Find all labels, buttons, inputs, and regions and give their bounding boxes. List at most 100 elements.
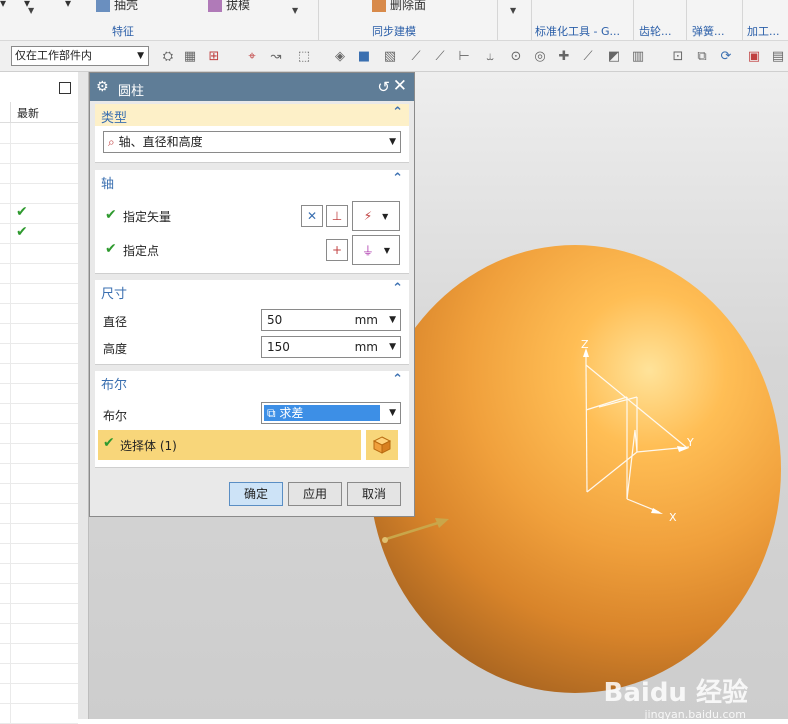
- gear-icon[interactable]: ⚙: [96, 79, 109, 95]
- boolean-select[interactable]: ⧉ 求差 ▼: [261, 402, 401, 424]
- navigator-row[interactable]: [0, 563, 78, 584]
- cancel-button[interactable]: 取消: [347, 482, 401, 506]
- curve-select-icon[interactable]: ↝: [268, 48, 284, 64]
- intersection-icon[interactable]: ✚: [556, 48, 572, 64]
- ribbon-group-gear[interactable]: 齿轮...: [639, 23, 672, 39]
- ribbon-group-standard-tools[interactable]: 标准化工具 - G...: [535, 23, 620, 39]
- ribbon-group-spring[interactable]: 弹簧...: [692, 23, 725, 39]
- navigator-row[interactable]: [0, 283, 78, 304]
- rectangle-select-icon[interactable]: ⬚: [296, 48, 312, 64]
- ribbon-item-delete-face[interactable]: 删除面: [372, 0, 426, 13]
- chevron-down-icon[interactable]: ▼: [292, 6, 298, 15]
- navigator-row[interactable]: [0, 303, 78, 324]
- view-orient-icon[interactable]: ▣: [746, 48, 762, 64]
- center-icon[interactable]: ⊙: [508, 48, 524, 64]
- check-icon: ✔: [105, 241, 117, 257]
- chevron-down-icon[interactable]: ▼: [28, 6, 34, 15]
- size-section: 尺寸 ⌃ 直径 50 mm ▼ 高度 150 mm ▼: [95, 280, 409, 365]
- navigator-row[interactable]: [0, 363, 78, 384]
- inferred-point-select[interactable]: ⏚ ▼: [352, 235, 400, 265]
- boolean-section-header[interactable]: 布尔 ⌃: [95, 371, 409, 393]
- select-body-row[interactable]: ✔ 选择体 (1): [98, 430, 361, 460]
- navigator-row[interactable]: [0, 603, 78, 624]
- ribbon-group-feature[interactable]: 特征: [112, 23, 134, 39]
- navigator-row[interactable]: [0, 683, 78, 704]
- navigator-row[interactable]: [0, 623, 78, 644]
- type-select[interactable]: ⌕ 轴、直径和高度 ▼: [103, 131, 401, 153]
- vector-dialog-icon[interactable]: ⊥: [326, 205, 348, 227]
- navigator-row[interactable]: [0, 163, 78, 184]
- ribbon-item-partial[interactable]: ▾: [0, 0, 6, 10]
- ribbon-group-machining[interactable]: 加工...: [747, 23, 780, 39]
- tangent-icon[interactable]: ⥿: [482, 48, 498, 64]
- cylinder-dialog: ⚙ 圆柱 ↺ ✕ 类型 ⌃ ⌕ 轴、直径和高度 ▼ 轴 ⌃ ✔ 指定矢量 ✕ ⊥…: [89, 72, 415, 517]
- ok-button[interactable]: 确定: [229, 482, 283, 506]
- axis-section-header[interactable]: 轴 ⌃: [95, 170, 409, 192]
- navigator-row[interactable]: [0, 443, 78, 464]
- snap-point-icon[interactable]: ⊞: [206, 48, 222, 64]
- navigator-row[interactable]: [0, 183, 78, 204]
- rotate-icon[interactable]: ⟳: [718, 48, 734, 64]
- navigator-row[interactable]: [0, 123, 78, 144]
- chevron-down-icon[interactable]: ▼: [510, 6, 516, 15]
- solid-body-icon[interactable]: ■: [356, 48, 372, 64]
- navigator-row[interactable]: [0, 403, 78, 424]
- reset-icon[interactable]: ↺: [377, 78, 390, 96]
- point-icon[interactable]: ⌖: [244, 48, 260, 64]
- navigator-row[interactable]: [0, 423, 78, 444]
- navigator-row[interactable]: ✔: [0, 203, 78, 224]
- ribbon-group-sync-modeling[interactable]: 同步建模: [372, 23, 416, 39]
- navigator-row[interactable]: [0, 703, 78, 724]
- bounded-grid-icon[interactable]: ▥: [630, 48, 646, 64]
- navigator-row[interactable]: [0, 543, 78, 564]
- dialog-title-bar[interactable]: ⚙ 圆柱 ↺ ✕: [90, 73, 414, 101]
- face-point-icon[interactable]: ◩: [606, 48, 622, 64]
- render-style-icon[interactable]: ▤: [770, 48, 786, 64]
- navigator-row[interactable]: [0, 483, 78, 504]
- body-select-icon[interactable]: ◈: [332, 48, 348, 64]
- line-icon[interactable]: ⟋: [408, 48, 424, 64]
- navigator-row[interactable]: [0, 643, 78, 664]
- navigator-resize-strip[interactable]: [78, 72, 89, 719]
- navigator-row[interactable]: ✔: [0, 223, 78, 244]
- chevron-down-icon: ▼: [389, 342, 396, 352]
- axis-label-x: X: [669, 511, 677, 524]
- navigator-row[interactable]: [0, 323, 78, 344]
- navigator-row[interactable]: [0, 263, 78, 284]
- grid-icon[interactable]: ▧: [382, 48, 398, 64]
- selection-scope-select[interactable]: 仅在工作部件内 ▼: [11, 46, 149, 66]
- zoom-fit-icon[interactable]: ⊡: [670, 48, 686, 64]
- on-curve-icon[interactable]: ⟋: [580, 48, 596, 64]
- ribbon-item-draft[interactable]: 拔模: [208, 0, 250, 13]
- ribbon-item-partial[interactable]: ▾: [65, 0, 71, 10]
- maximize-icon[interactable]: [59, 82, 71, 94]
- navigator-row[interactable]: [0, 243, 78, 264]
- select-options-icon[interactable]: ▦: [182, 48, 198, 64]
- select-filter-icon[interactable]: ⛭: [160, 48, 176, 64]
- navigator-row[interactable]: [0, 583, 78, 604]
- navigator-row[interactable]: [0, 383, 78, 404]
- navigator-row[interactable]: [0, 143, 78, 164]
- size-section-header[interactable]: 尺寸 ⌃: [95, 280, 409, 302]
- point-dialog-icon[interactable]: +: [326, 239, 348, 261]
- diameter-field[interactable]: 50 mm ▼: [261, 309, 401, 331]
- line-endpoint-icon[interactable]: ⟋: [432, 48, 448, 64]
- ribbon-item-shell[interactable]: 抽壳: [96, 0, 138, 13]
- axis-label-z: Z: [581, 338, 589, 351]
- navigator-row[interactable]: [0, 343, 78, 364]
- reverse-direction-icon[interactable]: ✕: [301, 205, 323, 227]
- navigator-row[interactable]: [0, 523, 78, 544]
- select-body-button[interactable]: [366, 430, 398, 460]
- navigator-row[interactable]: [0, 503, 78, 524]
- quadrant-icon[interactable]: ◎: [532, 48, 548, 64]
- zoom-window-icon[interactable]: ⧉: [694, 48, 710, 64]
- height-field[interactable]: 150 mm ▼: [261, 336, 401, 358]
- type-section-header[interactable]: 类型 ⌃: [95, 104, 409, 126]
- navigator-row[interactable]: [0, 463, 78, 484]
- close-icon[interactable]: ✕: [393, 76, 407, 96]
- apply-button[interactable]: 应用: [288, 482, 342, 506]
- inferred-vector-select[interactable]: ⚡ ▼: [352, 201, 400, 231]
- midpoint-icon[interactable]: ⊢: [456, 48, 472, 64]
- navigator-row[interactable]: [0, 663, 78, 684]
- column-header-latest[interactable]: 最新: [17, 105, 39, 121]
